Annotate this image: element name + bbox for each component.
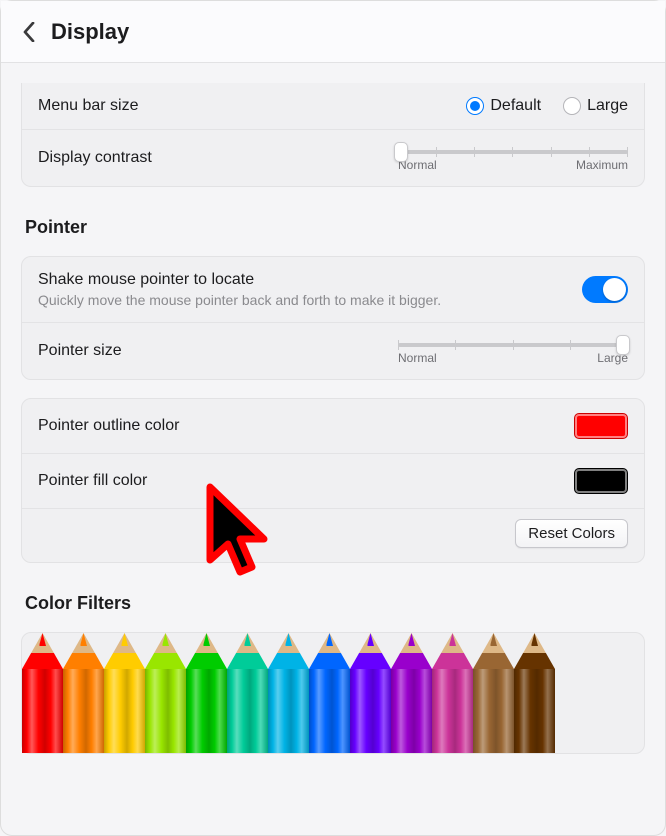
display-contrast-row: Display contrast Normal Maximum [22,130,644,186]
pencil-icon [309,633,350,753]
display-contrast-slider[interactable]: Normal Maximum [388,144,628,172]
shake-toggle[interactable] [582,276,628,303]
pencil-icon [473,633,514,753]
pointer-outline-row: Pointer outline color [22,399,644,454]
pencil-icon [227,633,268,753]
pencil-icon [145,633,186,753]
menu-bar-size-default[interactable]: Default [466,97,541,115]
radio-label: Default [490,97,541,115]
back-button[interactable] [17,20,41,44]
menu-bar-size-large[interactable]: Large [563,97,628,115]
menu-bar-size-row: Menu bar size Default Large [22,83,644,130]
pencil-icon [432,633,473,753]
color-filters-group [21,632,645,754]
pencil-icon [514,633,555,753]
color-filters-section-title: Color Filters [25,593,645,614]
reset-colors-button[interactable]: Reset Colors [515,519,628,548]
slider-thumb[interactable] [616,335,630,355]
pointer-fill-color-well[interactable] [574,468,628,494]
page-title: Display [51,19,129,45]
pencil-icon [391,633,432,753]
radio-icon [563,97,581,115]
radio-icon [466,97,484,115]
pencil-icon [63,633,104,753]
pointer-section-title: Pointer [25,217,645,238]
pencil-icon [104,633,145,753]
chevron-left-icon [22,22,36,42]
pencil-icon [350,633,391,753]
shake-label: Shake mouse pointer to locate [38,271,441,289]
slider-max-label: Maximum [576,158,628,172]
pointer-fill-row: Pointer fill color [22,454,644,509]
reset-colors-row: Reset Colors [22,509,644,562]
menu-bar-size-radios: Default Large [466,97,628,115]
pointer-size-label: Pointer size [38,342,122,360]
pencil-icon [22,633,63,753]
radio-label: Large [587,97,628,115]
shake-help: Quickly move the mouse pointer back and … [38,292,441,308]
pointer-fill-label: Pointer fill color [38,472,147,490]
shake-to-locate-row: Shake mouse pointer to locate Quickly mo… [22,257,644,323]
pointer-outline-label: Pointer outline color [38,417,179,435]
color-filters-pencils [22,633,555,753]
pointer-group-1: Shake mouse pointer to locate Quickly mo… [21,256,645,380]
pointer-size-slider[interactable]: Normal Large [388,337,628,365]
pencil-icon [268,633,309,753]
pointer-group-2: Pointer outline color Pointer fill color… [21,398,645,563]
display-group: Menu bar size Default Large Display cont… [21,83,645,187]
slider-min-label: Normal [398,351,437,365]
pointer-size-row: Pointer size Normal Large [22,323,644,379]
slider-thumb[interactable] [394,142,408,162]
display-contrast-label: Display contrast [38,149,152,167]
pointer-outline-color-well[interactable] [574,413,628,439]
menu-bar-size-label: Menu bar size [38,97,139,115]
pencil-icon [186,633,227,753]
header: Display [1,1,665,63]
